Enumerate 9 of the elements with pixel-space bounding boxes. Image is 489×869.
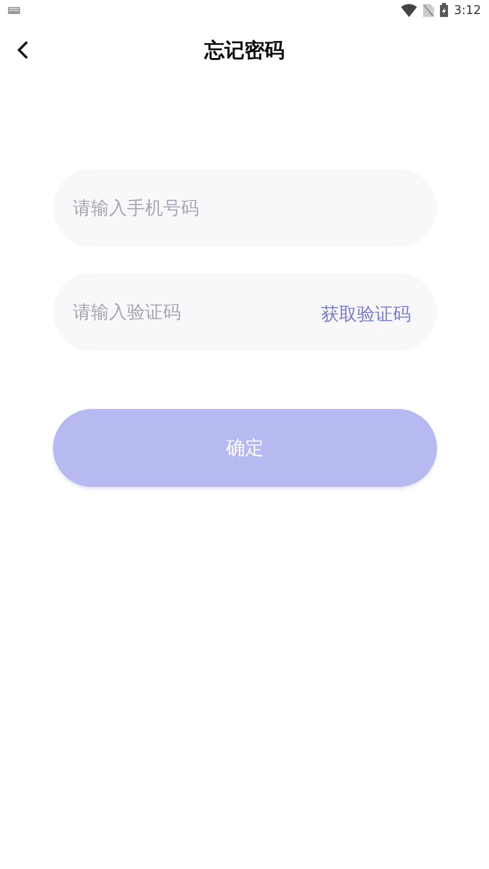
get-code-button[interactable]: 获取验证码	[321, 302, 411, 326]
status-time: 3:12	[454, 3, 481, 17]
back-icon	[17, 40, 29, 60]
page-title: 忘记密码	[204, 36, 284, 64]
wifi-icon	[401, 4, 418, 16]
battery-icon	[440, 3, 448, 17]
keyboard-icon	[8, 6, 20, 14]
phone-input-field[interactable]: 请输入手机号码	[53, 169, 437, 247]
no-signal-icon	[423, 4, 434, 16]
